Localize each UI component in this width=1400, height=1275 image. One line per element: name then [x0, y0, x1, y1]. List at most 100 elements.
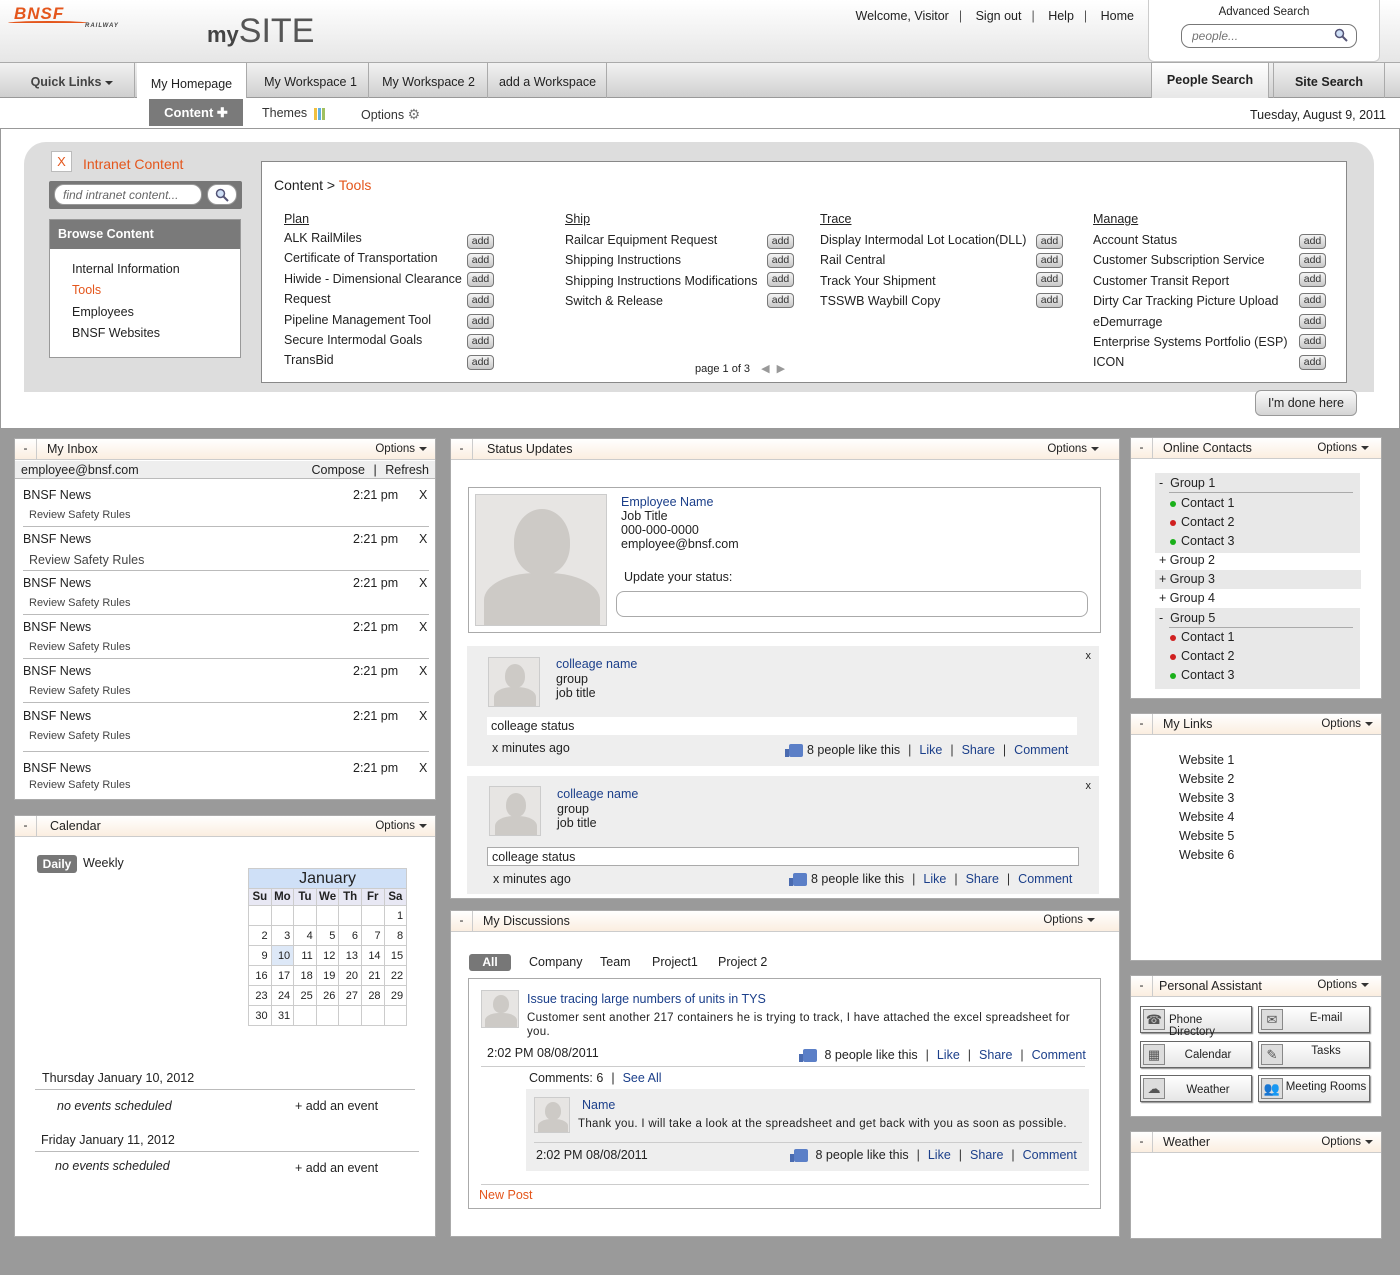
- commenter-name[interactable]: Name: [582, 1098, 615, 1112]
- people-search-tab[interactable]: People Search: [1151, 63, 1269, 99]
- share-link[interactable]: Share: [962, 743, 995, 757]
- tool-item[interactable]: Request: [284, 292, 331, 306]
- tab-team[interactable]: Team: [600, 955, 631, 969]
- calendar-day[interactable]: 22: [383, 965, 408, 986]
- add-button[interactable]: add: [1299, 355, 1326, 370]
- inbox-row[interactable]: BNSF News 2:21 pm X Review Safety Rules: [23, 756, 429, 800]
- search-icon[interactable]: [1334, 28, 1348, 42]
- add-event-link[interactable]: + add an event: [295, 1099, 378, 1113]
- close-icon[interactable]: x: [1086, 650, 1092, 662]
- tool-item[interactable]: eDemurrage: [1093, 315, 1162, 329]
- tool-item[interactable]: Account Status: [1093, 233, 1177, 247]
- add-button[interactable]: add: [767, 253, 794, 268]
- contact-item[interactable]: Contact 1: [1155, 496, 1361, 510]
- options-button[interactable]: Options ⚙: [361, 106, 420, 123]
- comment-link[interactable]: Comment: [1023, 1148, 1077, 1162]
- calendar-day[interactable]: 24: [270, 985, 295, 1006]
- calendar-day[interactable]: 3: [270, 925, 295, 946]
- calendar-day[interactable]: 8: [383, 925, 408, 946]
- calendar-day[interactable]: 4: [293, 925, 317, 946]
- refresh-link[interactable]: Refresh: [385, 463, 429, 477]
- sign-out-link[interactable]: Sign out: [976, 9, 1022, 23]
- calendar-day[interactable]: 31: [270, 1005, 295, 1026]
- tab-my-workspace-1[interactable]: My Workspace 1: [253, 63, 369, 99]
- calendar-day[interactable]: 18: [293, 965, 317, 986]
- add-button[interactable]: add: [467, 234, 494, 249]
- content-button[interactable]: Content ✚: [149, 99, 243, 126]
- contact-group[interactable]: - Group 1: [1155, 476, 1361, 493]
- site-search-tab[interactable]: Site Search: [1273, 63, 1385, 99]
- minimize-button[interactable]: -: [451, 439, 473, 460]
- tool-item[interactable]: Shipping Instructions: [565, 253, 681, 267]
- done-button[interactable]: I'm done here: [1255, 390, 1357, 416]
- tab-add-workspace[interactable]: add a Workspace: [489, 63, 607, 99]
- add-button[interactable]: add: [1299, 272, 1326, 287]
- post-title[interactable]: Issue tracing large numbers of units in …: [527, 992, 766, 1006]
- tool-item[interactable]: Certificate of Transportation: [284, 251, 438, 265]
- tool-item[interactable]: Pipeline Management Tool: [284, 313, 431, 327]
- calendar-day[interactable]: 23: [248, 985, 272, 1006]
- browse-item-tools[interactable]: Tools: [72, 283, 101, 297]
- intranet-search-button[interactable]: [207, 184, 237, 205]
- calendar-day[interactable]: 25: [293, 985, 317, 1006]
- options-menu[interactable]: Options: [375, 443, 427, 455]
- inbox-row[interactable]: BNSF News 2:21 pm X Review Safety Rules: [23, 483, 429, 527]
- add-button[interactable]: add: [767, 272, 794, 287]
- minimize-button[interactable]: -: [1131, 714, 1153, 735]
- browse-item-internal-information[interactable]: Internal Information: [72, 262, 180, 276]
- prev-page-icon[interactable]: ◀: [761, 363, 769, 375]
- tool-item[interactable]: Secure Intermodal Goals: [284, 333, 422, 347]
- calendar-day[interactable]: 11: [293, 945, 317, 966]
- inbox-row[interactable]: BNSF News 2:21 pm X Review Safety Rules: [23, 659, 429, 703]
- contact-item[interactable]: Contact 3: [1155, 534, 1361, 548]
- minimize-button[interactable]: -: [15, 439, 37, 460]
- minimize-button[interactable]: -: [15, 816, 37, 837]
- daily-tab[interactable]: Daily: [37, 855, 77, 873]
- options-menu[interactable]: Options: [1043, 914, 1095, 926]
- link-item[interactable]: Website 2: [1179, 772, 1234, 786]
- calendar-day[interactable]: 16: [248, 965, 272, 986]
- add-button[interactable]: add: [467, 293, 494, 308]
- inbox-row[interactable]: BNSF News 2:21 pm X Review Safety Rules: [23, 527, 429, 571]
- link-item[interactable]: Website 6: [1179, 848, 1234, 862]
- options-menu[interactable]: Options: [1047, 443, 1099, 455]
- calendar-day[interactable]: 5: [315, 925, 340, 946]
- like-link[interactable]: Like: [919, 743, 942, 757]
- options-menu[interactable]: Options: [1317, 442, 1369, 454]
- calendar-day[interactable]: [338, 1005, 362, 1026]
- contact-group[interactable]: - Group 5: [1155, 611, 1361, 628]
- calendar-day[interactable]: 9: [248, 945, 272, 966]
- delete-icon[interactable]: X: [419, 761, 427, 775]
- inbox-row[interactable]: BNSF News 2:21 pm X Review Safety Rules: [23, 615, 429, 659]
- colleague-name[interactable]: colleage name: [556, 657, 637, 671]
- status-input[interactable]: [616, 591, 1088, 617]
- tool-item[interactable]: Rail Central: [820, 253, 885, 267]
- thumbs-up-icon[interactable]: [789, 873, 807, 887]
- contact-item[interactable]: Contact 3: [1155, 668, 1361, 682]
- delete-icon[interactable]: X: [419, 620, 427, 634]
- add-button[interactable]: add: [1036, 234, 1063, 249]
- tool-item[interactable]: Railcar Equipment Request: [565, 233, 717, 247]
- employee-name[interactable]: Employee Name: [621, 495, 713, 509]
- add-button[interactable]: add: [467, 355, 494, 370]
- tab-all[interactable]: All: [469, 954, 511, 971]
- thumbs-up-icon[interactable]: [785, 744, 803, 758]
- calendar-day[interactable]: 21: [360, 965, 385, 986]
- tool-item[interactable]: Shipping Instructions Modifications: [565, 274, 757, 288]
- minimize-button[interactable]: -: [451, 911, 473, 932]
- next-page-icon[interactable]: ▶: [777, 363, 785, 375]
- weather-button[interactable]: ☁ Weather: [1140, 1075, 1252, 1102]
- calendar-day[interactable]: 20: [338, 965, 362, 986]
- add-button[interactable]: add: [1036, 272, 1063, 287]
- calendar-day-selected[interactable]: 10: [270, 945, 295, 966]
- meeting-rooms-button[interactable]: 👥 Meeting Rooms: [1258, 1075, 1370, 1102]
- add-button[interactable]: add: [1299, 314, 1326, 329]
- browse-item-employees[interactable]: Employees: [72, 305, 134, 319]
- calendar-day[interactable]: [248, 905, 272, 926]
- contact-group[interactable]: + Group 3: [1155, 570, 1361, 589]
- calendar-day[interactable]: [338, 905, 362, 926]
- add-button[interactable]: add: [1299, 334, 1326, 349]
- delete-icon[interactable]: X: [419, 664, 427, 678]
- add-button[interactable]: add: [767, 234, 794, 249]
- calendar-day[interactable]: 2: [248, 925, 272, 946]
